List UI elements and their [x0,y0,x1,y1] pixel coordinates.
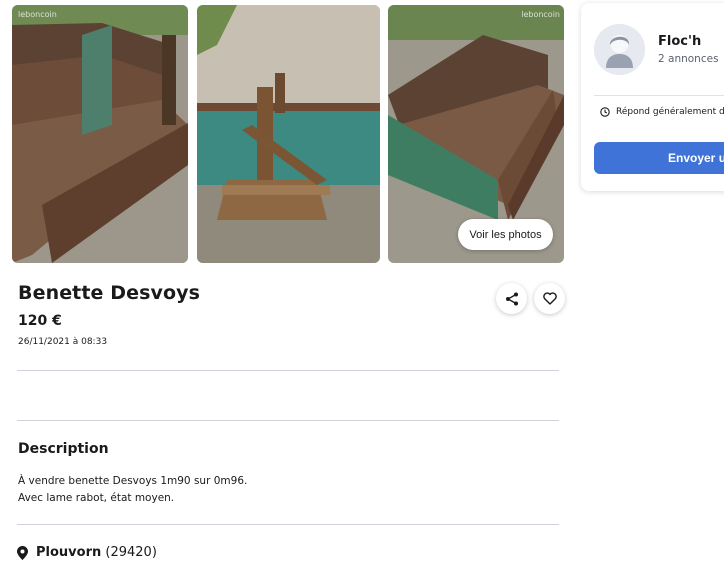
avatar[interactable] [594,24,645,75]
response-time-text: Répond généralement dans [616,107,724,117]
photo-1[interactable]: leboncoin [12,5,188,263]
heart-icon [542,292,557,305]
see-photos-button[interactable]: Voir les photos [458,219,553,250]
seller-name[interactable]: Floc'h [658,34,701,49]
watermark: leboncoin [18,10,57,19]
location[interactable]: Plouvorn (29420) [17,545,157,560]
ad-page: leboncoin leboncoin Voir les photos Bene… [0,0,724,571]
send-message-button[interactable]: Envoyer un message [594,142,724,174]
seller-card: Floc'h 2 annonces Répond généralement da… [581,3,724,191]
photo-2-image [197,5,380,263]
seller-ads-count[interactable]: 2 annonces [658,53,719,65]
divider [594,95,724,96]
divider [17,420,559,421]
response-time: Répond généralement dans [600,107,724,117]
divider [17,524,559,525]
description-heading: Description [18,441,109,457]
user-avatar-icon [594,24,645,75]
watermark: leboncoin [521,10,560,19]
clock-icon [600,107,610,117]
description-text: À vendre benette Desvoys 1m90 sur 0m96. … [18,473,247,507]
share-button[interactable] [496,283,527,314]
location-zip: (29420) [105,545,157,560]
description-line: À vendre benette Desvoys 1m90 sur 0m96. [18,475,248,487]
share-icon [505,292,518,305]
photo-2[interactable] [197,5,380,263]
description-line: Avec lame rabot, état moyen. [18,492,175,504]
ad-price: 120 € [18,313,62,329]
ad-date: 26/11/2021 à 08:33 [18,337,108,347]
map-pin-icon [17,545,28,560]
location-city: Plouvorn [36,545,102,560]
ad-title: Benette Desvoys [18,282,201,304]
favorite-button[interactable] [534,283,565,314]
divider [17,370,559,371]
photo-1-image [12,5,188,263]
